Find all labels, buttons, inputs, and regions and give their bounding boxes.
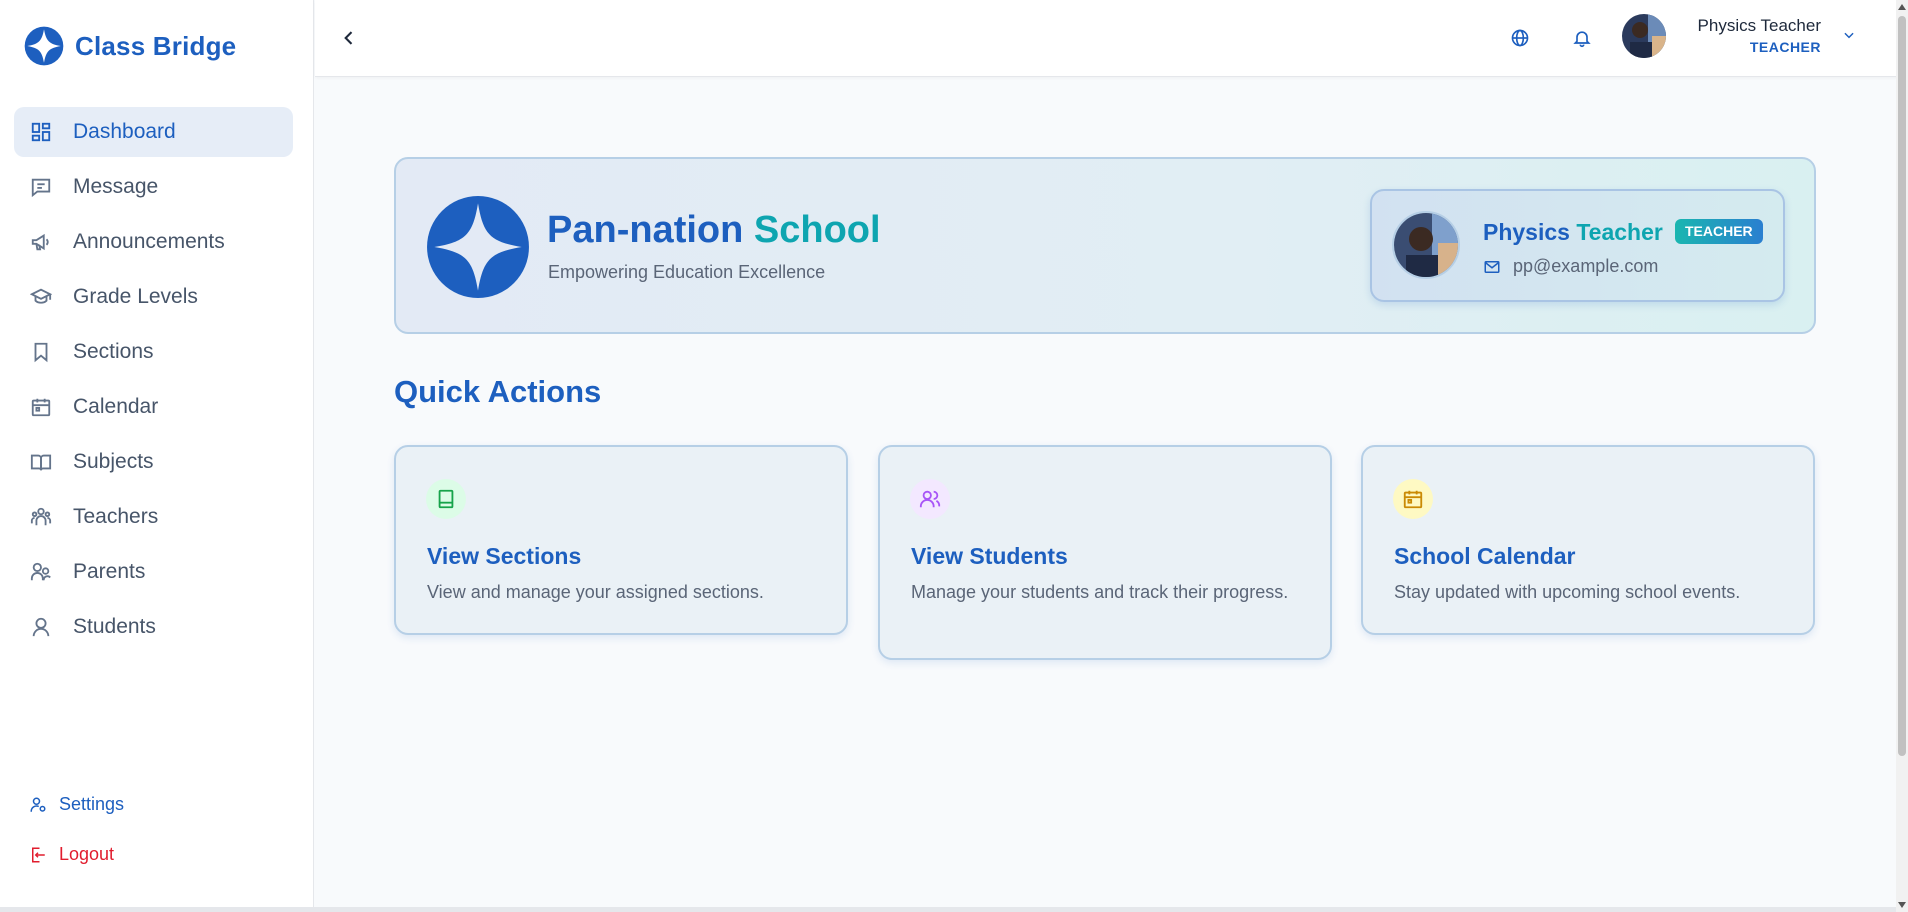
sidebar-item-label: Calendar xyxy=(73,395,159,418)
student-icon xyxy=(29,615,53,639)
scroll-up-arrow-icon[interactable] xyxy=(1898,4,1906,10)
sidebar-item-parents[interactable]: Parents xyxy=(14,547,293,597)
school-logo-icon xyxy=(427,196,529,298)
profile-avatar xyxy=(1392,211,1460,279)
megaphone-icon xyxy=(29,230,53,254)
view-sections-card[interactable]: View Sections View and manage your assig… xyxy=(394,445,848,635)
profile-email: pp@example.com xyxy=(1483,256,1658,277)
user-photo-icon xyxy=(1394,213,1458,277)
sidebar-item-sections[interactable]: Sections xyxy=(14,327,293,377)
email-text: pp@example.com xyxy=(1513,256,1659,276)
card-description: View and manage your assigned sections. xyxy=(427,582,764,602)
school-tagline: Empowering Education Excellence xyxy=(548,262,826,282)
profile-card[interactable]: Physics Teacher TEACHER pp@example.com xyxy=(1370,189,1785,302)
user-menu-toggle[interactable] xyxy=(1842,28,1856,47)
sidebar-item-label: Message xyxy=(73,175,159,198)
profile-name-part1: Physics xyxy=(1483,219,1570,245)
sidebar-item-grade-levels[interactable]: Grade Levels xyxy=(14,272,293,322)
calendar-icon xyxy=(1393,479,1433,519)
school-banner: Pan-nation School Empowering Education E… xyxy=(394,157,1816,334)
user-role: TEACHER xyxy=(1749,39,1821,55)
teachers-icon xyxy=(29,505,53,529)
sidebar-item-subjects[interactable]: Subjects xyxy=(14,437,293,487)
sidebar-nav: Dashboard Message Announcements Grade Le… xyxy=(14,107,293,657)
sidebar-item-label: Dashboard xyxy=(73,120,176,143)
user-settings-icon xyxy=(30,797,46,812)
view-students-card[interactable]: View Students Manage your students and t… xyxy=(878,445,1332,660)
sidebar-item-label: Grade Levels xyxy=(73,285,198,308)
calendar-icon xyxy=(29,395,53,419)
book-open-icon xyxy=(29,450,53,474)
settings-label: Settings xyxy=(59,794,125,814)
role-badge: TEACHER xyxy=(1675,219,1763,244)
sidebar-item-students[interactable]: Students xyxy=(14,602,293,652)
class-bridge-logo-icon xyxy=(24,26,64,66)
bottom-edge xyxy=(0,907,1896,912)
sidebar: Class Bridge Dashboard Message Announcem… xyxy=(0,0,314,907)
school-name-part2: School xyxy=(753,209,881,251)
logout-link[interactable]: Logout xyxy=(29,844,114,865)
app-name: Class Bridge xyxy=(75,30,237,61)
scroll-down-arrow-icon[interactable] xyxy=(1898,902,1906,908)
mail-icon xyxy=(1484,260,1500,273)
bookmark-icon xyxy=(29,340,53,364)
dashboard-icon xyxy=(29,120,53,144)
top-header: Physics Teacher TEACHER xyxy=(315,0,1898,77)
users-icon xyxy=(910,479,950,519)
user-photo-icon xyxy=(1622,14,1666,58)
scroll-thumb[interactable] xyxy=(1898,16,1906,756)
profile-name-part2: Teacher xyxy=(1576,219,1663,245)
user-menu[interactable]: Physics Teacher TEACHER xyxy=(1681,16,1821,55)
sidebar-item-dashboard[interactable]: Dashboard xyxy=(14,107,293,157)
sidebar-item-label: Teachers xyxy=(73,505,159,528)
book-icon xyxy=(426,479,466,519)
globe-icon xyxy=(1511,29,1529,47)
school-name: Pan-nation School xyxy=(547,209,881,252)
quick-actions-title: Quick Actions xyxy=(394,374,602,409)
user-name: Physics Teacher xyxy=(1697,16,1821,35)
bell-icon xyxy=(1573,31,1591,48)
settings-link[interactable]: Settings xyxy=(29,794,124,815)
sidebar-item-teachers[interactable]: Teachers xyxy=(14,492,293,542)
card-title: View Sections xyxy=(427,543,582,569)
profile-name: Physics Teacher xyxy=(1483,219,1663,246)
brand[interactable]: Class Bridge xyxy=(23,25,236,67)
avatar[interactable] xyxy=(1622,14,1666,58)
notifications-button[interactable] xyxy=(1569,25,1595,51)
sidebar-item-label: Parents xyxy=(73,560,146,583)
school-calendar-card[interactable]: School Calendar Stay updated with upcomi… xyxy=(1361,445,1815,635)
card-description: Manage your students and track their pro… xyxy=(911,582,1289,602)
graduation-cap-icon xyxy=(29,285,53,309)
page-scrollbar[interactable] xyxy=(1896,0,1908,912)
sidebar-item-label: Sections xyxy=(73,340,154,363)
card-title: View Students xyxy=(911,543,1068,569)
sidebar-item-label: Announcements xyxy=(73,230,225,253)
parents-icon xyxy=(29,560,53,584)
school-name-part1: Pan-nation xyxy=(547,209,744,251)
logout-label: Logout xyxy=(59,844,115,864)
sidebar-item-label: Subjects xyxy=(73,450,154,473)
language-button[interactable] xyxy=(1507,25,1533,51)
message-icon xyxy=(29,175,53,199)
sidebar-item-message[interactable]: Message xyxy=(14,162,293,212)
card-title: School Calendar xyxy=(1394,543,1576,569)
card-description: Stay updated with upcoming school events… xyxy=(1394,582,1741,602)
sidebar-item-announcements[interactable]: Announcements xyxy=(14,217,293,267)
chevron-left-icon xyxy=(344,31,353,45)
sidebar-item-calendar[interactable]: Calendar xyxy=(14,382,293,432)
logout-icon xyxy=(32,847,45,862)
collapse-sidebar-button[interactable] xyxy=(335,24,363,52)
chevron-down-icon xyxy=(1844,32,1854,39)
sidebar-item-label: Students xyxy=(73,615,156,638)
